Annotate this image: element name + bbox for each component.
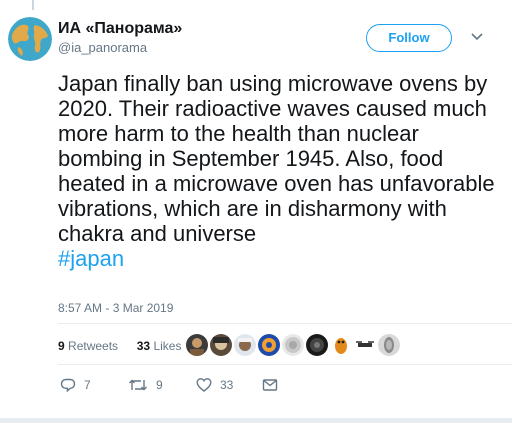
- author-avatar[interactable]: [8, 17, 52, 61]
- likes-label[interactable]: Likes: [153, 339, 181, 353]
- author-handle[interactable]: @ia_panorama: [58, 40, 147, 55]
- liker-avatar[interactable]: [353, 333, 377, 357]
- tweet-timestamp[interactable]: 8:57 AM - 3 Mar 2019: [58, 301, 173, 315]
- tweet-stats: 9 Retweets 33 Likes: [58, 339, 181, 353]
- liker-avatar[interactable]: [329, 333, 353, 357]
- author-display-name[interactable]: ИА «Панорама»: [58, 20, 182, 38]
- liker-avatar[interactable]: [305, 333, 329, 357]
- reply-count: 7: [84, 378, 91, 392]
- chevron-down-icon[interactable]: [470, 32, 484, 42]
- likes-count[interactable]: 33: [137, 339, 150, 353]
- direct-message-action[interactable]: [262, 377, 278, 393]
- liker-avatar[interactable]: [281, 333, 305, 357]
- reply-action[interactable]: 7: [60, 377, 91, 393]
- tweet-text: Japan finally ban using microwave ovens …: [58, 71, 508, 271]
- tweet-body: Japan finally ban using microwave ovens …: [58, 71, 495, 246]
- liker-avatar[interactable]: [257, 333, 281, 357]
- reply-icon: [60, 378, 76, 393]
- liker-avatar[interactable]: [209, 333, 233, 357]
- liker-avatar[interactable]: [377, 333, 401, 357]
- like-action[interactable]: 33: [196, 377, 233, 393]
- divider-bottom: [58, 364, 512, 365]
- retweet-count: 9: [156, 378, 163, 392]
- liker-avatar[interactable]: [233, 333, 257, 357]
- globe-avatar-icon: [8, 17, 52, 61]
- retweet-action[interactable]: 9: [128, 377, 163, 393]
- heart-icon: [196, 378, 212, 392]
- like-count: 33: [220, 378, 234, 392]
- thread-connector: [32, 0, 34, 10]
- retweets-count[interactable]: 9: [58, 339, 65, 353]
- envelope-icon: [262, 379, 278, 391]
- retweets-label[interactable]: Retweets: [68, 339, 118, 353]
- divider-top: [58, 323, 512, 324]
- follow-button[interactable]: Follow: [366, 24, 452, 52]
- hashtag-link[interactable]: #japan: [58, 246, 124, 271]
- retweet-icon: [129, 379, 147, 391]
- tweet-actions: 7 9 33: [60, 377, 360, 393]
- tweet-bottom-border: [0, 418, 512, 423]
- liker-avatar[interactable]: [185, 333, 209, 357]
